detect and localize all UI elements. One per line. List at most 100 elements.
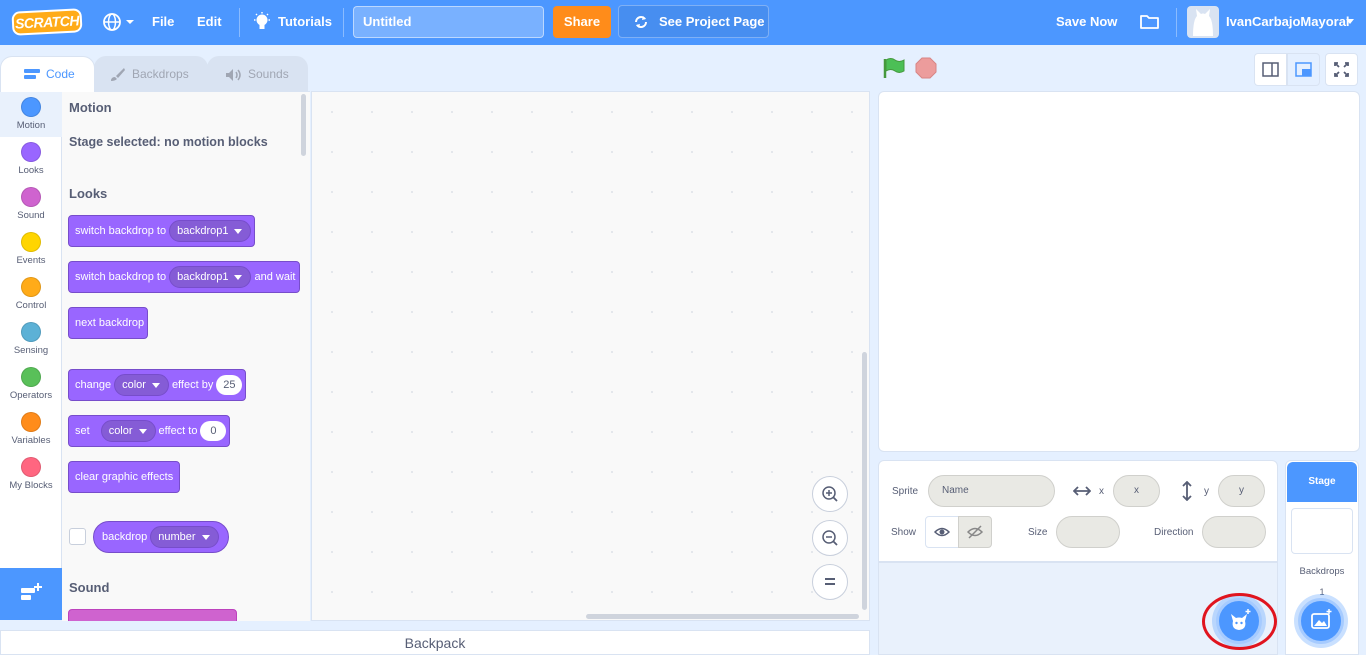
- category-sound[interactable]: Sound: [0, 182, 62, 227]
- sound-heading: Sound: [69, 580, 110, 595]
- block-text: effect to: [158, 425, 198, 437]
- project-title-input[interactable]: Untitled: [353, 6, 544, 38]
- zoom-out-button[interactable]: [812, 520, 848, 556]
- script-horizontal-scrollbar[interactable]: [586, 614, 859, 619]
- chevron-down-icon[interactable]: [1345, 18, 1355, 26]
- motion-heading: Motion: [69, 100, 112, 115]
- category-label: Control: [15, 300, 47, 311]
- script-area[interactable]: [311, 91, 870, 621]
- switch-backdrop-block[interactable]: switch backdrop to backdrop1: [68, 215, 256, 247]
- small-stage-button[interactable]: [1254, 53, 1287, 86]
- vertical-arrows-icon: [1182, 481, 1192, 501]
- category-motion[interactable]: Motion: [0, 92, 62, 137]
- stage-canvas[interactable]: [878, 91, 1360, 452]
- show-visible-button[interactable]: [925, 516, 959, 548]
- x-label: x: [1099, 486, 1104, 497]
- sprite-name-input[interactable]: Name: [928, 475, 1055, 507]
- category-control[interactable]: Control: [0, 272, 62, 317]
- category-dot-icon: [21, 232, 41, 252]
- tab-backdrops-label: Backdrops: [132, 67, 189, 81]
- large-stage-button[interactable]: [1287, 53, 1320, 86]
- zoom-reset-button[interactable]: [812, 564, 848, 600]
- my-stuff-folder-icon[interactable]: [1139, 13, 1161, 31]
- block-text: clear graphic effects: [75, 471, 174, 483]
- avatar[interactable]: [1187, 6, 1219, 38]
- tab-backdrops[interactable]: Backdrops: [94, 56, 208, 91]
- eye-icon: [933, 527, 951, 537]
- block-palette: Motion Stage selected: no motion blocks …: [62, 91, 310, 621]
- menu-bar: SCRATCH File Edit Tutorials Untitled Sha…: [0, 0, 1366, 45]
- small-stage-icon: [1262, 62, 1279, 77]
- save-now-button[interactable]: Save Now: [1056, 14, 1117, 29]
- stage-selector-title: Stage: [1287, 462, 1357, 502]
- category-my-blocks[interactable]: My Blocks: [0, 452, 62, 497]
- category-label: Looks: [18, 165, 44, 176]
- red-highlight-circle: [1202, 593, 1277, 650]
- category-events[interactable]: Events: [0, 227, 62, 272]
- set-effect-block[interactable]: set color effect to 0: [68, 415, 231, 447]
- backdrop-dropdown[interactable]: backdrop1: [169, 220, 252, 243]
- zoom-in-button[interactable]: [812, 476, 848, 512]
- backdrop-monitor-checkbox[interactable]: [69, 528, 86, 545]
- tutorials-button[interactable]: Tutorials: [253, 11, 333, 33]
- x-input[interactable]: x: [1113, 475, 1160, 507]
- choose-backdrop-button[interactable]: [1298, 598, 1344, 644]
- fullscreen-button[interactable]: [1325, 53, 1358, 86]
- share-button[interactable]: Share: [553, 6, 611, 38]
- sound-block-partial[interactable]: [68, 609, 237, 621]
- large-stage-icon: [1295, 62, 1312, 77]
- category-operators[interactable]: Operators: [0, 362, 62, 407]
- see-project-page-button[interactable]: See Project Page: [618, 5, 769, 38]
- effect-value-input[interactable]: 0: [200, 421, 227, 442]
- stage-thumbnail[interactable]: [1291, 508, 1353, 554]
- palette-scrollbar[interactable]: [301, 94, 306, 156]
- clear-graphic-effects-block[interactable]: clear graphic effects: [68, 461, 181, 493]
- language-globe-icon[interactable]: [102, 11, 136, 33]
- show-hidden-button[interactable]: [958, 516, 992, 548]
- direction-label: Direction: [1154, 527, 1194, 538]
- backdrop-dropdown[interactable]: backdrop1: [169, 266, 252, 289]
- backdrop-count: 1: [1319, 587, 1325, 597]
- number-dropdown[interactable]: number: [150, 526, 219, 549]
- fullscreen-icon: [1334, 62, 1349, 77]
- script-vertical-scrollbar[interactable]: [862, 352, 867, 610]
- block-text: next backdrop: [75, 317, 145, 329]
- block-text: effect by: [171, 379, 214, 391]
- scratch-logo[interactable]: SCRATCH: [11, 8, 83, 36]
- speaker-icon: [226, 69, 241, 81]
- stop-icon[interactable]: [915, 57, 937, 79]
- effect-value-input[interactable]: 25: [216, 375, 243, 396]
- block-text: backdrop: [102, 531, 148, 543]
- edit-menu[interactable]: Edit: [197, 14, 222, 29]
- effect-dropdown[interactable]: color: [100, 420, 156, 443]
- switch-backdrop-and-wait-block[interactable]: switch backdrop to backdrop1 and wait: [68, 261, 301, 293]
- show-label: Show: [891, 527, 917, 538]
- effect-dropdown[interactable]: color: [114, 374, 169, 397]
- paintbrush-icon: [111, 68, 125, 81]
- green-flag-icon[interactable]: [882, 57, 906, 79]
- category-dot-icon: [21, 187, 41, 207]
- next-backdrop-block[interactable]: next backdrop: [68, 307, 148, 339]
- backpack-header[interactable]: Backpack: [0, 630, 870, 655]
- category-dot-icon: [21, 412, 41, 432]
- category-sensing[interactable]: Sensing: [0, 317, 62, 362]
- block-text: switch backdrop to: [75, 271, 167, 283]
- menu-divider: [343, 8, 344, 37]
- category-label: Variables: [11, 435, 51, 446]
- category-looks[interactable]: Looks: [0, 137, 62, 182]
- change-effect-block[interactable]: change color effect by 25: [68, 369, 247, 401]
- category-label: Operators: [9, 390, 53, 401]
- size-input[interactable]: [1056, 516, 1120, 548]
- block-text: and wait: [254, 271, 296, 283]
- category-dot-icon: [21, 142, 41, 162]
- add-extension-button[interactable]: [0, 568, 62, 620]
- category-variables[interactable]: Variables: [0, 407, 62, 452]
- username-menu[interactable]: IvanCarbajoMayoral: [1226, 14, 1350, 29]
- tab-code[interactable]: Code: [0, 56, 95, 92]
- backdrop-reporter-block[interactable]: backdrop number: [93, 521, 229, 553]
- category-label: Motion: [16, 120, 46, 131]
- y-input[interactable]: y: [1218, 475, 1265, 507]
- direction-input[interactable]: [1202, 516, 1266, 548]
- tab-sounds[interactable]: Sounds: [207, 56, 308, 91]
- file-menu[interactable]: File: [152, 14, 174, 29]
